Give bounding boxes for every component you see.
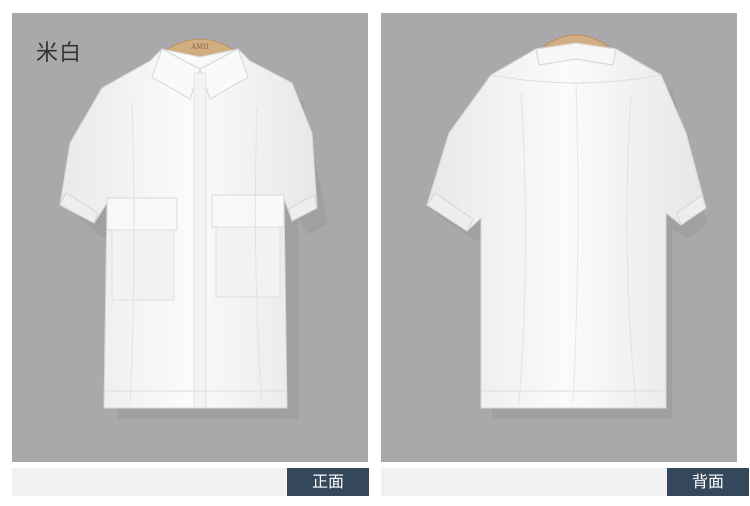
front-view-photo: AMII 米白 xyxy=(12,13,368,462)
back-shirt-illustration xyxy=(426,34,707,419)
back-view-photo xyxy=(381,13,737,462)
front-shirt-illustration: AMII xyxy=(59,38,328,419)
hanger-brand: AMII xyxy=(190,43,209,51)
color-label: 米白 xyxy=(36,41,83,66)
front-view-tag: 正面 xyxy=(287,468,369,496)
back-view-tag: 背面 xyxy=(667,468,749,496)
